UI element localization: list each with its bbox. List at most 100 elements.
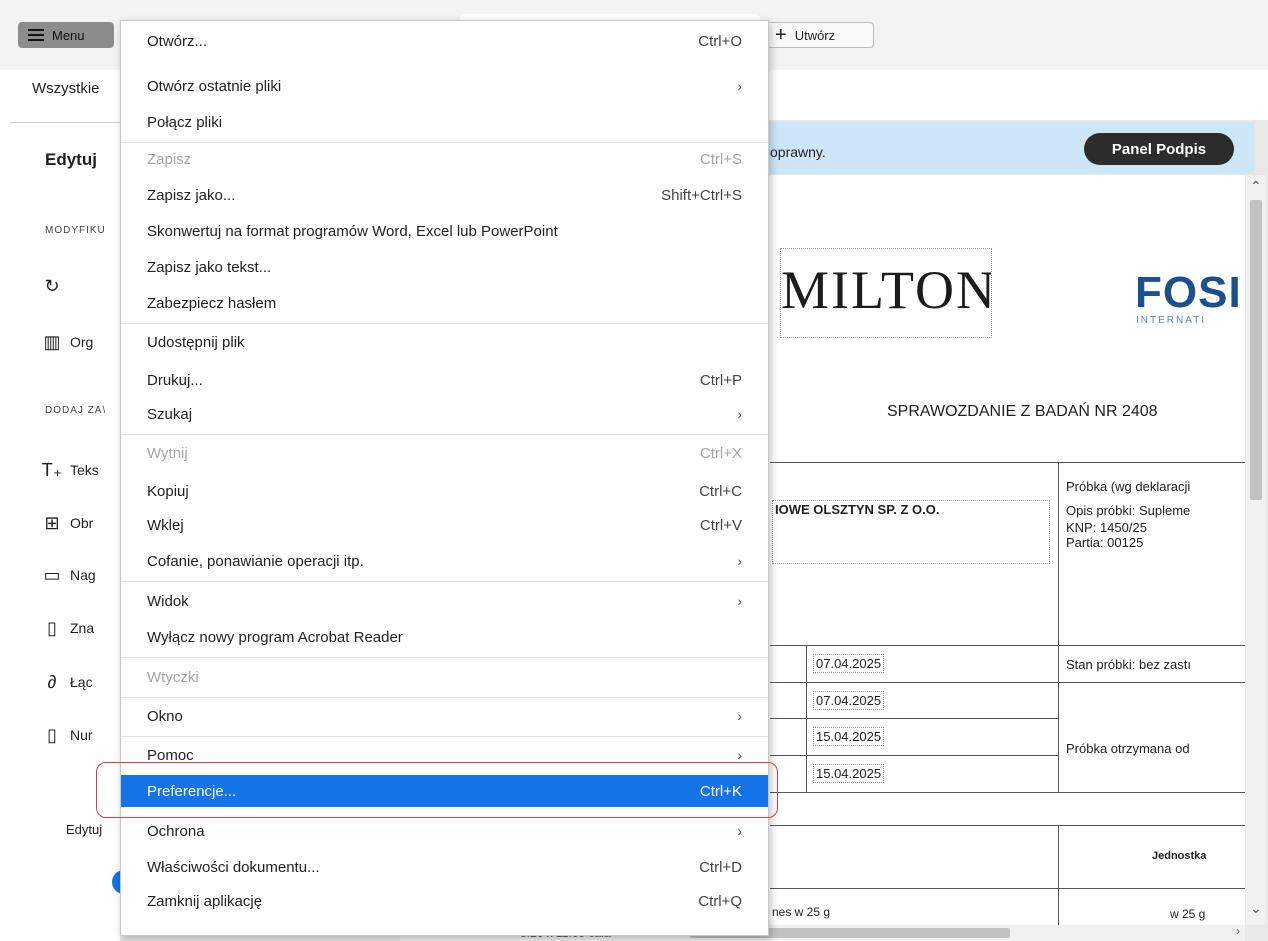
menu-item-undo-redo[interactable]: Cofanie, ponawianie operacji itp. › <box>121 545 768 577</box>
menu-item-label: Otwórz... <box>147 32 208 50</box>
panel-title: Edytuj <box>45 150 97 169</box>
tool-add-text[interactable]: T₊ Teks <box>42 460 99 480</box>
table-line <box>1058 682 1245 683</box>
menu-button[interactable]: Menu <box>18 22 114 48</box>
menu-item-label: Pomoc <box>147 746 194 764</box>
menu-item-share-file[interactable]: Udostępnij plik <box>121 326 768 358</box>
menu-item-shortcut: Ctrl+O <box>698 32 742 50</box>
menu-item-document-properties[interactable]: Właściwości dokumentu... Ctrl+D <box>121 851 768 883</box>
sample-knp: KNP: 1450/25 <box>1066 520 1147 535</box>
menu-item-convert[interactable]: Skonwertuj na format programów Word, Exc… <box>121 215 768 247</box>
vertical-scroll-thumb[interactable] <box>1250 200 1262 500</box>
menu-item-disable-new-reader[interactable]: Wyłącz nowy program Acrobat Reader <box>121 621 768 653</box>
menu-item-shortcut: Ctrl+D <box>699 858 742 876</box>
menu-item-label: Kopiuj <box>147 482 189 500</box>
edit-footer-label: Edytuj <box>66 822 103 837</box>
sample-state: Stan próbki: bez zastı <box>1066 657 1192 672</box>
highlight-annotation <box>96 762 778 818</box>
company-name: IOWE OLSZTYN SP. Z O.O. <box>772 500 1050 564</box>
scroll-up-icon[interactable]: ⌃ <box>1250 178 1262 195</box>
tool-header-footer[interactable]: ▭ Nag <box>42 565 95 585</box>
menu-item-label: Zapisz jako tekst... <box>147 258 272 276</box>
section-label-modify: MODYFIKU <box>45 225 106 236</box>
table-line <box>770 462 1245 463</box>
chevron-right-icon: › <box>737 593 742 609</box>
menu-item-label: Zapisz <box>147 150 192 168</box>
signature-panel-button[interactable]: Panel Podpis <box>1084 133 1234 165</box>
organize-pages-tool[interactable]: ▥ Org <box>42 332 93 352</box>
menu-item-label: Udostępnij plik <box>147 333 245 351</box>
menu-item-plugins: Wtyczki <box>121 661 768 693</box>
sample-header: Próbka (wg deklaracji <box>1066 479 1191 494</box>
result-row-unit: w 25 g <box>1170 907 1206 921</box>
menu-item-copy[interactable]: Kopiuj Ctrl+C <box>121 475 768 507</box>
organize-pages-label: Org <box>70 334 94 350</box>
menu-item-label: Cofanie, ponawianie operacji itp. <box>147 552 364 570</box>
menu-item-cut: Wytnij Ctrl+X <box>121 437 768 469</box>
scroll-down-icon[interactable]: ⌄ <box>1250 900 1262 917</box>
tool-numbering[interactable]: ▯ Nur <box>42 725 93 745</box>
scroll-right-icon[interactable]: › <box>1236 924 1240 938</box>
sample-received: Próbka otrzymana od <box>1066 741 1190 756</box>
watermark-icon: ▯ <box>47 617 57 638</box>
add-image-icon: ⊞ <box>44 512 60 533</box>
menu-item-label: Szukaj <box>147 405 193 423</box>
menu-item-print[interactable]: Drukuj... Ctrl+P <box>121 364 768 396</box>
menu-item-label: Wytnij <box>147 444 188 462</box>
menu-separator <box>121 581 768 582</box>
menu-item-shortcut: Ctrl+X <box>699 444 742 462</box>
menu-item-label: Połącz pliki <box>147 113 223 131</box>
unit-header: Jednostka <box>1152 850 1207 862</box>
menu-item-open[interactable]: Otwórz... Ctrl+O <box>121 25 768 57</box>
menu-item-save-as[interactable]: Zapisz jako... Shift+Ctrl+S <box>121 179 768 211</box>
table-line <box>1058 825 1059 925</box>
menu-item-paste[interactable]: Wklej Ctrl+V <box>121 509 768 541</box>
link-icon: ∂ <box>47 671 57 692</box>
menu-item-label: Właściwości dokumentu... <box>147 858 320 876</box>
fosfa-logo-subtitle: INTERNATI <box>1136 315 1207 326</box>
date-value: 07.04.2025 <box>813 691 885 710</box>
tool-add-image[interactable]: ⊞ Obr <box>42 513 93 533</box>
menu-separator <box>121 434 768 435</box>
table-line <box>770 792 1245 793</box>
menu-item-shortcut: Ctrl+V <box>699 516 742 534</box>
plus-icon: + <box>775 24 787 46</box>
menu-item-quit[interactable]: Zamknij aplikację Ctrl+Q <box>121 885 768 917</box>
rotate-icon: ↻ <box>44 275 60 296</box>
table-line <box>770 825 1245 826</box>
menu-item-open-recent[interactable]: Otwórz ostatnie pliki › <box>121 70 768 102</box>
tool-label: Obr <box>70 515 94 531</box>
all-tools-tab[interactable]: Wszystkie <box>32 80 100 97</box>
tool-link[interactable]: ∂ Łąc <box>42 672 93 692</box>
create-button[interactable]: + Utwórz <box>764 22 874 48</box>
rotate-tool[interactable]: ↻ <box>42 276 62 296</box>
organize-pages-icon: ▥ <box>43 331 61 352</box>
table-line <box>770 682 1059 683</box>
menu-item-shortcut: Ctrl+Q <box>698 892 742 910</box>
menu-item-password-protect[interactable]: Zabezpiecz hasłem <box>121 287 768 319</box>
menu-item-combine-files[interactable]: Połącz pliki <box>121 106 768 138</box>
menu-item-label: Ochrona <box>147 822 205 840</box>
sample-batch: Partia: 00125 <box>1066 535 1144 550</box>
menu-item-label: Drukuj... <box>147 371 203 389</box>
chevron-right-icon: › <box>737 708 742 724</box>
chevron-right-icon: › <box>737 553 742 569</box>
menu-item-view[interactable]: Widok › <box>121 585 768 617</box>
menu-button-label: Menu <box>52 27 85 43</box>
date-value: 15.04.2025 <box>813 764 885 783</box>
add-text-icon: T₊ <box>41 459 63 480</box>
menu-item-save-as-text[interactable]: Zapisz jako tekst... <box>121 251 768 283</box>
numbering-icon: ▯ <box>47 724 57 745</box>
menu-item-save: Zapisz Ctrl+S <box>121 143 768 175</box>
menu-item-shortcut: Ctrl+S <box>699 150 742 168</box>
section-label-add: DODAJ ZA\ <box>45 405 107 416</box>
banner-text: oprawny. <box>770 144 826 160</box>
menu-item-window[interactable]: Okno › <box>121 700 768 732</box>
menu-item-protection[interactable]: Ochrona › <box>121 815 768 847</box>
menu-separator <box>121 323 768 324</box>
hamburger-icon <box>28 29 44 41</box>
fosfa-logo: FOSI <box>1135 268 1242 317</box>
tool-watermark[interactable]: ▯ Zna <box>42 618 94 638</box>
menu-item-search[interactable]: Szukaj › <box>121 398 768 430</box>
create-button-label: Utwórz <box>794 27 836 43</box>
